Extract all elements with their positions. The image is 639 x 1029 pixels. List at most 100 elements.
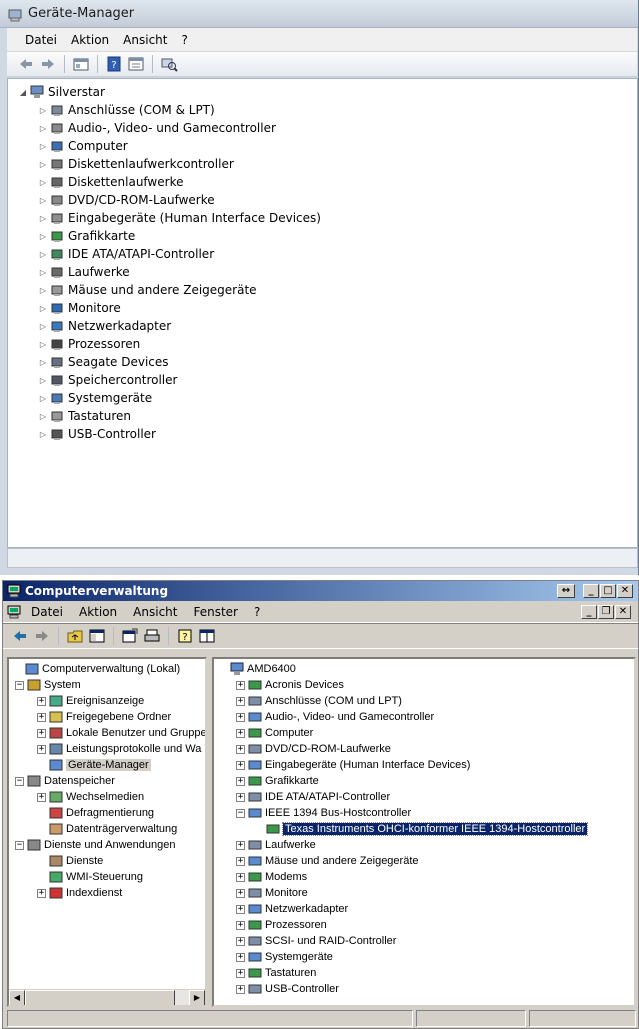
expand-icon[interactable]: + xyxy=(236,952,245,962)
device-category[interactable]: ▷ Audio-, Video- und Gamecontroller xyxy=(38,119,276,137)
expand-icon[interactable]: ▷ xyxy=(38,430,48,439)
up-folder-icon[interactable] xyxy=(66,627,84,645)
collapse-icon[interactable]: − xyxy=(15,840,24,850)
expand-icon[interactable]: + xyxy=(37,744,46,754)
console-tree-icon[interactable] xyxy=(198,627,216,645)
properties-icon[interactable] xyxy=(121,627,139,645)
expand-icon[interactable]: + xyxy=(236,920,245,930)
expand-icon[interactable]: + xyxy=(37,728,46,738)
device-category[interactable]: + Modems xyxy=(236,869,307,885)
expand-icon[interactable]: + xyxy=(236,856,245,866)
title-bar[interactable]: Computerverwaltung ↔ _ □ ✕ xyxy=(3,581,638,601)
device-category[interactable]: ▷ Seagate Devices xyxy=(38,353,169,371)
device-category[interactable]: + Prozessoren xyxy=(236,917,327,933)
console-tree-item[interactable]: + Ereignisanzeige xyxy=(37,693,144,709)
device-category[interactable]: ▷ USB-Controller xyxy=(38,425,156,443)
properties-icon[interactable] xyxy=(127,55,145,73)
title-bar[interactable]: Geräte-Manager xyxy=(0,0,638,28)
collapse-icon[interactable]: ◢ xyxy=(18,88,28,97)
expand-icon[interactable]: + xyxy=(37,696,46,706)
menu-datei[interactable]: Datei xyxy=(31,605,63,619)
device-category[interactable]: + SCSI- und RAID-Controller xyxy=(236,933,396,949)
console-tree-item[interactable]: + Lokale Benutzer und Gruppe xyxy=(37,725,205,741)
device-category[interactable]: ▷ Netzwerkadapter xyxy=(38,317,171,335)
device-category[interactable]: ▷ DVD/CD-ROM-Laufwerke xyxy=(38,191,215,209)
maximize-button[interactable]: □ xyxy=(600,584,616,598)
expand-icon[interactable]: ▷ xyxy=(38,142,48,151)
console-tree-item[interactable]: Defragmentierung xyxy=(37,805,154,821)
minimize-button[interactable]: _ xyxy=(583,584,599,598)
menu-ansicht[interactable]: Ansicht xyxy=(133,605,177,619)
device-item[interactable]: Texas Instruments OHCI-konformer IEEE 13… xyxy=(254,821,589,837)
menu-help[interactable]: ? xyxy=(254,605,260,619)
console-tree-item[interactable]: − Dienste und Anwendungen xyxy=(15,837,176,853)
expand-icon[interactable]: ▷ xyxy=(38,106,48,115)
device-category[interactable]: ▷ Computer xyxy=(38,137,128,155)
print-icon[interactable] xyxy=(143,627,161,645)
expand-icon[interactable]: ▷ xyxy=(38,358,48,367)
console-tree-item[interactable]: Datenträgerverwaltung xyxy=(37,821,177,837)
device-category[interactable]: + Tastaturen xyxy=(236,965,316,981)
collapse-icon[interactable]: − xyxy=(236,808,245,818)
console-tree-item[interactable]: + Wechselmedien xyxy=(37,789,144,805)
device-category[interactable]: ▷ Diskettenlaufwerke xyxy=(38,173,184,191)
restore-width-button[interactable]: ↔ xyxy=(557,584,575,598)
scroll-left-icon[interactable]: ◀ xyxy=(9,990,25,1005)
device-category[interactable]: ▷ Diskettenlaufwerkcontroller xyxy=(38,155,234,173)
tree-root[interactable]: − AMD6400 xyxy=(218,661,296,677)
expand-icon[interactable]: + xyxy=(236,776,245,786)
expand-icon[interactable]: + xyxy=(236,760,245,770)
expand-icon[interactable]: + xyxy=(236,872,245,882)
device-category[interactable]: ▷ Eingabegeräte (Human Interface Devices) xyxy=(38,209,321,227)
device-category[interactable]: ▷ Tastaturen xyxy=(38,407,131,425)
device-category[interactable]: ▷ Monitore xyxy=(38,299,121,317)
menu-datei[interactable]: Datei xyxy=(25,33,57,47)
expand-icon[interactable]: ▷ xyxy=(38,412,48,421)
device-category[interactable]: + Grafikkarte xyxy=(236,773,319,789)
console-tree-item[interactable]: Computerverwaltung (Lokal) xyxy=(13,661,180,677)
expand-icon[interactable]: + xyxy=(37,712,46,722)
device-category[interactable]: + IDE ATA/ATAPI-Controller xyxy=(236,789,390,805)
device-category[interactable]: + Anschlüsse (COM und LPT) xyxy=(236,693,402,709)
expand-icon[interactable]: + xyxy=(236,696,245,706)
device-category[interactable]: + Eingabegeräte (Human Interface Devices) xyxy=(236,757,470,773)
scan-hardware-icon[interactable] xyxy=(160,55,178,73)
expand-icon[interactable]: + xyxy=(37,888,46,898)
help-icon[interactable]: ? xyxy=(105,55,123,73)
expand-icon[interactable]: ▷ xyxy=(38,322,48,331)
console-tree-item[interactable]: Dienste xyxy=(37,853,103,869)
device-category[interactable]: + USB-Controller xyxy=(236,981,339,997)
console-tree-item[interactable]: + Indexdienst xyxy=(37,885,122,901)
device-category[interactable]: ▷ Prozessoren xyxy=(38,335,140,353)
expand-icon[interactable]: ▷ xyxy=(38,178,48,187)
console-tree-item[interactable]: WMI-Steuerung xyxy=(37,869,143,885)
expand-icon[interactable]: ▷ xyxy=(38,376,48,385)
expand-icon[interactable]: + xyxy=(37,792,46,802)
show-hide-console-icon[interactable] xyxy=(72,55,90,73)
child-close-button[interactable]: ✕ xyxy=(615,605,631,619)
device-category[interactable]: + Acronis Devices xyxy=(236,677,344,693)
expand-icon[interactable]: ▷ xyxy=(38,340,48,349)
help-icon[interactable]: ? xyxy=(176,627,194,645)
expand-icon[interactable]: + xyxy=(236,936,245,946)
device-category[interactable]: ▷ Systemgeräte xyxy=(38,389,152,407)
forward-arrow-icon[interactable] xyxy=(39,55,57,73)
expand-icon[interactable]: + xyxy=(236,744,245,754)
device-category[interactable]: ▷ Speichercontroller xyxy=(38,371,178,389)
expand-icon[interactable]: ▷ xyxy=(38,196,48,205)
console-tree-item[interactable]: + Freigegebene Ordner xyxy=(37,709,171,725)
menu-ansicht[interactable]: Ansicht xyxy=(123,33,167,47)
device-category[interactable]: − IEEE 1394 Bus-Hostcontroller xyxy=(236,805,411,821)
horizontal-scrollbar[interactable]: ◀ ▶ xyxy=(9,989,205,1005)
console-tree-item[interactable]: − System xyxy=(15,677,81,693)
device-category[interactable]: + Monitore xyxy=(236,885,308,901)
close-button[interactable]: ✕ xyxy=(617,584,633,598)
device-category[interactable]: ▷ IDE ATA/ATAPI-Controller xyxy=(38,245,214,263)
expand-icon[interactable]: ▷ xyxy=(38,250,48,259)
scroll-right-icon[interactable]: ▶ xyxy=(189,990,205,1005)
back-arrow-icon[interactable] xyxy=(17,55,35,73)
expand-icon[interactable]: ▷ xyxy=(38,124,48,133)
expand-icon[interactable]: + xyxy=(236,712,245,722)
expand-icon[interactable]: ▷ xyxy=(38,394,48,403)
expand-icon[interactable]: + xyxy=(236,728,245,738)
